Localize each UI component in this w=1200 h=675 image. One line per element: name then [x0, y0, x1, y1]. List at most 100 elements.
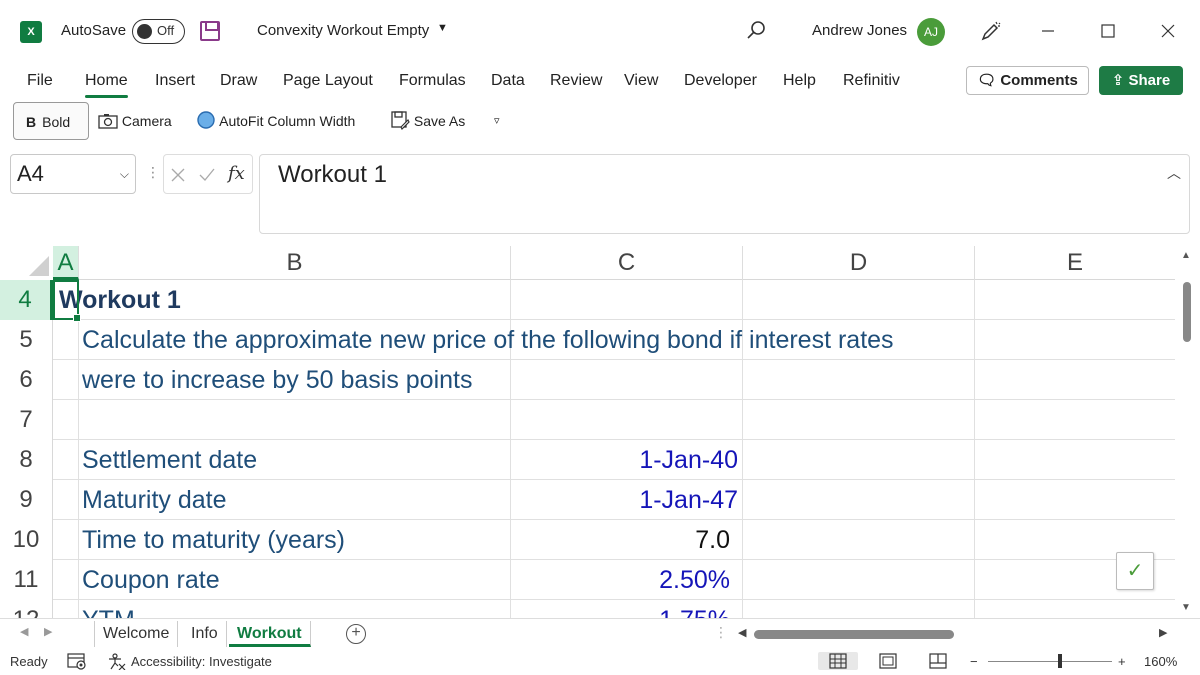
- cell-b12-label[interactable]: YTM: [82, 600, 135, 618]
- cell-area[interactable]: Workout 1 Calculate the approximate new …: [53, 280, 1175, 618]
- tab-split-handle-icon[interactable]: ⋮: [714, 624, 728, 641]
- autofit-column-width-button[interactable]: AutoFit Column Width: [196, 102, 355, 140]
- quick-analysis-check-icon[interactable]: ✓: [1116, 552, 1154, 590]
- normal-view-icon[interactable]: [818, 652, 858, 670]
- tab-view[interactable]: View: [624, 72, 658, 90]
- autofit-icon: [197, 111, 215, 129]
- cell-c12-value[interactable]: 1.75%: [510, 600, 730, 618]
- horizontal-scroll-thumb[interactable]: [754, 630, 954, 639]
- customize-qat-icon[interactable]: ▿: [494, 102, 500, 140]
- name-box-value: A4: [17, 161, 44, 186]
- tab-developer[interactable]: Developer: [684, 72, 757, 90]
- avatar[interactable]: AJ: [917, 18, 945, 46]
- cell-b6-question[interactable]: were to increase by 50 basis points: [82, 360, 473, 400]
- tab-draw[interactable]: Draw: [220, 72, 257, 90]
- column-header-e[interactable]: E: [975, 246, 1175, 280]
- active-cell-selection[interactable]: [53, 280, 81, 322]
- zoom-slider-track[interactable]: [988, 661, 1112, 662]
- save-as-button[interactable]: Save As: [390, 102, 465, 140]
- document-title[interactable]: Convexity Workout Empty: [257, 22, 429, 39]
- cell-c8-value[interactable]: 1-Jan-40: [518, 440, 738, 480]
- page-break-view-icon[interactable]: [928, 652, 948, 670]
- cell-c9-value[interactable]: 1-Jan-47: [518, 480, 738, 520]
- column-header-c[interactable]: C: [511, 246, 743, 280]
- cell-c11-value[interactable]: 2.50%: [510, 560, 730, 600]
- search-icon[interactable]: [745, 19, 767, 41]
- vertical-scroll-thumb[interactable]: [1183, 282, 1191, 342]
- tab-help[interactable]: Help: [783, 72, 816, 90]
- row-header-10[interactable]: 10: [0, 520, 53, 560]
- tab-review[interactable]: Review: [550, 72, 602, 90]
- cell-b8-label[interactable]: Settlement date: [82, 440, 257, 480]
- zoom-out-button[interactable]: −: [970, 654, 978, 669]
- macro-record-icon[interactable]: [67, 653, 87, 670]
- designer-pen-icon[interactable]: [980, 20, 1002, 42]
- scroll-up-icon[interactable]: ▲: [1181, 250, 1191, 261]
- row-header-9[interactable]: 9: [0, 480, 53, 520]
- row-header-6[interactable]: 6: [0, 360, 53, 400]
- save-icon[interactable]: [200, 21, 220, 41]
- sheet-tab-workout[interactable]: Workout: [229, 621, 311, 647]
- sheet-tab-welcome[interactable]: Welcome: [94, 621, 179, 647]
- tab-refinitiv[interactable]: Refinitiv: [843, 72, 900, 90]
- tab-data[interactable]: Data: [491, 72, 525, 90]
- row-header-8[interactable]: 8: [0, 440, 53, 480]
- name-box[interactable]: A4 ⌵: [10, 154, 136, 194]
- column-header-d[interactable]: D: [743, 246, 975, 280]
- accessibility-status[interactable]: Accessibility: Investigate: [131, 654, 272, 669]
- cancel-icon[interactable]: [170, 167, 186, 183]
- next-sheet-icon[interactable]: ▶: [44, 625, 52, 638]
- row-header-4[interactable]: 4: [0, 280, 53, 320]
- accessibility-icon[interactable]: [108, 653, 126, 670]
- title-bar: X AutoSave Off Convexity Workout Empty ▼…: [0, 0, 1200, 62]
- caret-down-icon[interactable]: ▼: [437, 22, 448, 34]
- row-header-7[interactable]: 7: [0, 400, 53, 440]
- sheet-tab-info[interactable]: Info: [183, 621, 227, 647]
- scroll-left-icon[interactable]: ◀: [738, 626, 746, 639]
- tab-page-layout[interactable]: Page Layout: [283, 72, 373, 90]
- cell-b9-label[interactable]: Maturity date: [82, 480, 227, 520]
- gridline: [974, 280, 975, 618]
- minimize-icon[interactable]: [1030, 14, 1066, 48]
- vertical-scrollbar[interactable]: ▲ ▼: [1176, 246, 1200, 618]
- row-header-5[interactable]: 5: [0, 320, 53, 360]
- comments-button[interactable]: 🗨 Comments: [966, 66, 1089, 95]
- collapse-formula-bar-icon[interactable]: ︿: [1167, 163, 1181, 183]
- row-header-12[interactable]: 12: [0, 600, 53, 618]
- zoom-level[interactable]: 160%: [1144, 654, 1177, 669]
- tab-insert[interactable]: Insert: [155, 72, 195, 90]
- insert-function-icon[interactable]: fx: [228, 163, 245, 184]
- drag-handle-icon[interactable]: ⋮: [146, 164, 160, 181]
- tab-formulas[interactable]: Formulas: [399, 72, 466, 90]
- tab-file[interactable]: File: [27, 72, 53, 90]
- status-bar: Ready Accessibility: Investigate − + 160…: [0, 648, 1200, 675]
- excel-logo-icon[interactable]: X: [20, 21, 42, 43]
- zoom-in-button[interactable]: +: [1118, 654, 1126, 669]
- scroll-right-icon[interactable]: ▶: [1159, 626, 1167, 639]
- column-header-a[interactable]: A: [53, 246, 79, 280]
- scroll-down-icon[interactable]: ▼: [1181, 602, 1191, 613]
- formula-input[interactable]: Workout 1 ︿: [259, 154, 1190, 234]
- row-header-11[interactable]: 11: [0, 560, 53, 600]
- prev-sheet-icon[interactable]: ◀: [20, 625, 28, 638]
- column-header-b[interactable]: B: [79, 246, 511, 280]
- cell-b11-label[interactable]: Coupon rate: [82, 560, 220, 600]
- user-name[interactable]: Andrew Jones: [812, 22, 907, 39]
- add-sheet-icon[interactable]: +: [346, 624, 366, 644]
- cell-b5-question[interactable]: Calculate the approximate new price of t…: [82, 320, 894, 360]
- maximize-icon[interactable]: [1090, 14, 1126, 48]
- close-icon[interactable]: [1150, 14, 1186, 48]
- select-all-corner[interactable]: [0, 246, 53, 280]
- camera-button[interactable]: Camera: [98, 102, 172, 140]
- page-layout-view-icon[interactable]: [878, 652, 898, 670]
- bold-button[interactable]: B Bold: [13, 102, 89, 140]
- tab-home[interactable]: Home: [85, 72, 128, 98]
- share-button[interactable]: ⇪ Share: [1099, 66, 1183, 95]
- autosave-toggle[interactable]: Off: [132, 19, 185, 44]
- cell-c10-value[interactable]: 7.0: [510, 520, 730, 560]
- cell-b10-label[interactable]: Time to maturity (years): [82, 520, 345, 560]
- enter-check-icon[interactable]: [198, 167, 216, 183]
- zoom-slider-thumb[interactable]: [1058, 654, 1062, 668]
- autosave-state: Off: [157, 23, 175, 38]
- chevron-down-icon[interactable]: ⌵: [120, 155, 129, 193]
